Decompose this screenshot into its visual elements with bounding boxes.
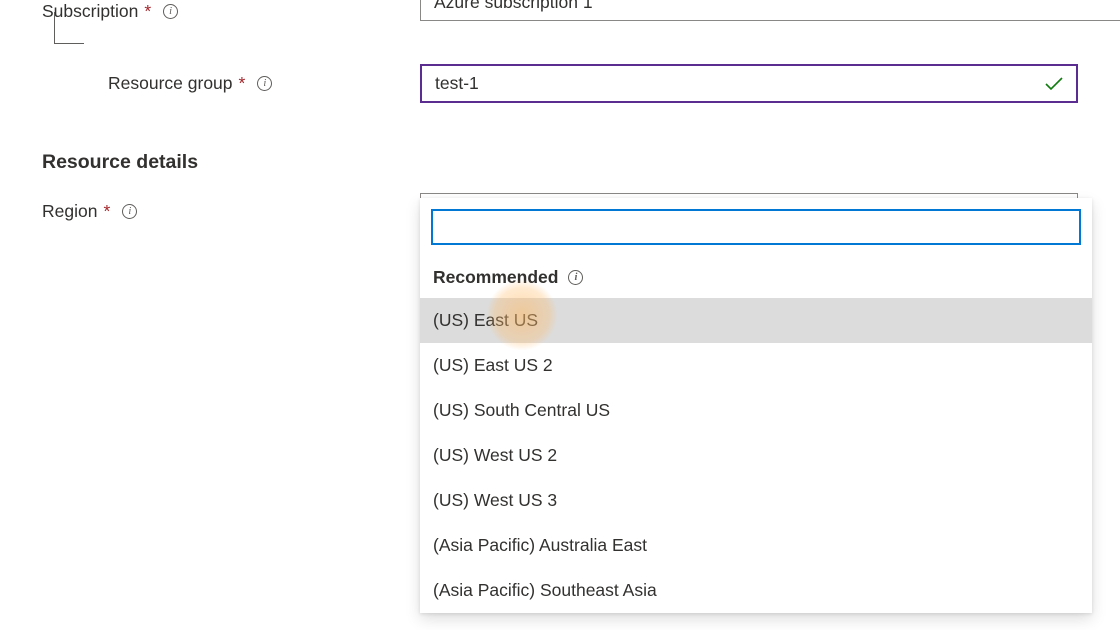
region-label-cell: Region * i <box>42 201 420 222</box>
resource-group-dropdown[interactable]: test-1 <box>420 64 1078 103</box>
region-option[interactable]: (Asia Pacific) Australia East <box>420 523 1092 568</box>
dropdown-search-wrapper <box>420 198 1092 256</box>
dropdown-list[interactable]: Recommended i (US) East US (US) East US … <box>420 256 1092 613</box>
region-dropdown-panel: Recommended i (US) East US (US) East US … <box>420 198 1092 613</box>
dropdown-search-input[interactable] <box>431 209 1081 245</box>
subscription-dropdown[interactable]: Azure subscription 1 <box>420 0 1120 21</box>
region-option[interactable]: (US) West US 3 <box>420 478 1092 523</box>
subscription-label-cell: Subscription * i <box>42 1 420 22</box>
region-option[interactable]: (US) East US 2 <box>420 343 1092 388</box>
resource-group-row: Resource group * i test-1 <box>42 64 1078 103</box>
region-label: Region <box>42 201 97 222</box>
dropdown-group-header: Recommended i <box>420 256 1092 298</box>
required-asterisk: * <box>103 201 110 222</box>
required-asterisk: * <box>239 73 246 94</box>
group-header-label: Recommended <box>433 267 558 288</box>
subscription-row: Subscription * i Azure subscription 1 <box>42 0 1078 22</box>
info-icon[interactable]: i <box>257 76 272 91</box>
resource-group-value: test-1 <box>435 73 479 93</box>
info-icon[interactable]: i <box>568 270 583 285</box>
tree-connector <box>54 12 84 44</box>
info-icon[interactable]: i <box>163 4 178 19</box>
region-option[interactable]: (US) West US 2 <box>420 433 1092 478</box>
region-option[interactable]: (US) East US <box>420 298 1092 343</box>
subscription-value: Azure subscription 1 <box>434 0 593 12</box>
info-icon[interactable]: i <box>122 204 137 219</box>
region-option[interactable]: (US) South Central US <box>420 388 1092 433</box>
resource-details-header: Resource details <box>42 151 1078 174</box>
region-option[interactable]: (Asia Pacific) Southeast Asia <box>420 568 1092 613</box>
checkmark-icon <box>1044 76 1064 92</box>
required-asterisk: * <box>144 1 151 22</box>
resource-group-label-cell: Resource group * i <box>42 73 420 94</box>
resource-group-label: Resource group <box>108 73 233 94</box>
